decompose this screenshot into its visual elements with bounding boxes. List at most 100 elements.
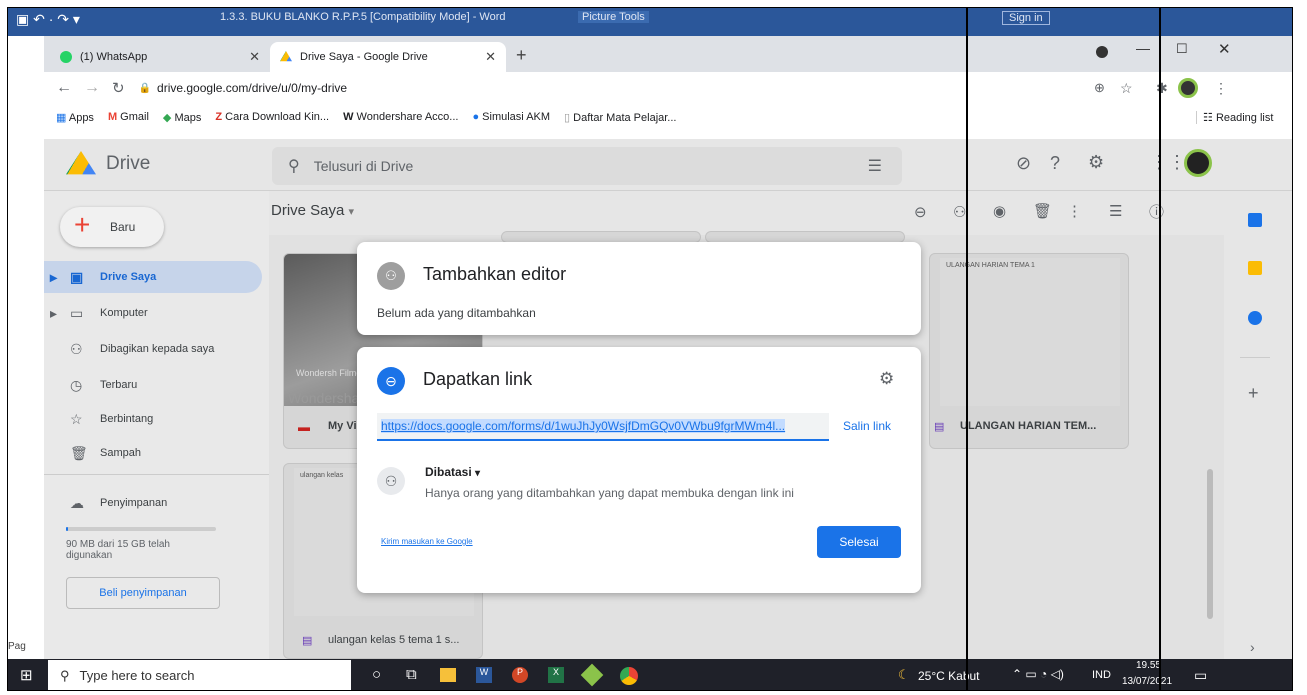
drive-header: Drive ⚲ Telusuri di Drive ☰ ⊘ ? ⚙ ⋮⋮ [44, 139, 1292, 191]
sidebar-item-trash[interactable]: 🗑 Sampah [44, 437, 262, 469]
maximize-icon[interactable]: ☐ [1176, 41, 1188, 57]
expand-icon[interactable]: ▸ [50, 269, 57, 286]
file-explorer-icon[interactable] [440, 668, 456, 682]
minimize-icon[interactable]: — [1136, 40, 1150, 56]
globe-icon: ● [472, 111, 480, 123]
task-view-icon[interactable]: ⧉ [406, 666, 417, 683]
bookmark-star-icon[interactable]: ☆ [1120, 80, 1133, 97]
clock-date[interactable]: 13/07/2021 [1122, 676, 1172, 687]
close-window-icon[interactable]: ✕ [1218, 40, 1231, 58]
help-icon[interactable]: ? [1050, 153, 1060, 174]
clock-time[interactable]: 19.55 [1136, 660, 1161, 671]
search-options-icon[interactable]: ☰ [868, 156, 882, 176]
taskbar-search-input[interactable]: ⚲ Type here to search [48, 660, 351, 690]
expand-panel-icon[interactable]: › [1250, 639, 1255, 655]
sidebar-item-starred[interactable]: ☆ Berbintang [44, 403, 262, 435]
extensions-icon[interactable]: ✱ [1156, 80, 1168, 97]
sidebar-item-komputer[interactable]: ▸ ▭ Komputer [44, 297, 262, 329]
sidebar-item-drive-saya[interactable]: ▸ ▣ Drive Saya [44, 261, 262, 293]
bluestacks-icon[interactable] [580, 663, 604, 687]
wondershare-icon: W [343, 111, 354, 123]
new-button[interactable]: + Baru [60, 207, 164, 247]
tab-whatsapp[interactable]: (1) WhatsApp ✕ [50, 42, 270, 72]
close-tab-icon[interactable]: ✕ [485, 49, 496, 65]
sidebar-item-recent[interactable]: ◷ Terbaru [44, 369, 262, 401]
link-field[interactable]: https://docs.google.com/forms/d/1wuJhJy0… [377, 413, 829, 441]
add-editor-dialog: ⚇ Tambahkan editor Belum ada yang ditamb… [357, 242, 921, 335]
breadcrumb[interactable]: Drive Saya ▾ [271, 202, 354, 219]
close-tab-icon[interactable]: ✕ [249, 49, 260, 65]
file-name: ulangan kelas 5 tema 1 s... [328, 634, 460, 646]
get-link-dialog: ⊖ Dapatkan link ⚙ https://docs.google.co… [357, 347, 921, 593]
windows-start-icon[interactable]: ⊞ [20, 666, 33, 684]
form-thumb-title: ULANGAN HARIAN TEMA 1 [946, 262, 1035, 269]
google-apps-icon[interactable]: ⋮⋮ [1150, 152, 1186, 173]
reload-icon[interactable]: ↻ [112, 79, 125, 97]
toolbar: Drive Saya ▾ ⊖ ⚇ ◉ 🗑 ⋮ ☰ ⓘ [269, 191, 1224, 235]
url-field[interactable]: drive.google.com/drive/u/0/my-drive [157, 81, 347, 95]
new-tab-icon[interactable]: + [516, 45, 527, 66]
browser-window: (1) WhatsApp ✕ Drive Saya - Google Drive… [44, 36, 1292, 139]
excel-icon[interactable]: X [548, 667, 564, 683]
avatar[interactable] [1178, 78, 1198, 98]
bookmark-apps[interactable]: ▦ Apps [56, 111, 94, 124]
scrollbar[interactable] [1207, 469, 1213, 619]
more-icon[interactable]: ⋮ [1067, 202, 1082, 220]
buy-storage-button[interactable]: Beli penyimpanan [66, 577, 220, 609]
bookmark-simulasi[interactable]: ● Simulasi AKM [472, 111, 550, 123]
cloud-icon: ☁ [70, 494, 84, 511]
drive-icon: ▣ [70, 268, 84, 285]
expand-icon[interactable]: ▸ [50, 305, 57, 322]
calendar-icon[interactable] [1248, 213, 1262, 227]
list-view-icon[interactable]: ☰ [1109, 202, 1122, 220]
form-thumb-title: ulangan kelas [300, 472, 344, 479]
word-icon[interactable]: W [476, 667, 492, 683]
bookmark-zepeto[interactable]: Z Cara Download Kin... [215, 111, 329, 123]
menu-icon[interactable]: ⋮ [1214, 80, 1228, 97]
cortana-icon[interactable]: ○ [372, 666, 381, 683]
back-icon[interactable]: ← [56, 79, 72, 97]
star-icon: ☆ [70, 410, 83, 427]
word-titlebar: ▣ ↶ · ↷ ▾ 1.3.3. BUKU BLANKO R.P.P.5 [Co… [8, 8, 1292, 36]
sign-in-button[interactable]: Sign in [1002, 11, 1050, 25]
powerpoint-icon[interactable]: P [512, 667, 528, 683]
trash-icon: 🗑 [70, 444, 88, 461]
account-avatar[interactable] [1184, 149, 1212, 177]
profile-dot-icon[interactable] [1096, 46, 1108, 58]
word-quick-access-icon[interactable]: ▣ ↶ · ↷ ▾ [16, 11, 80, 28]
settings-icon[interactable]: ⚙ [1088, 152, 1104, 173]
delete-icon[interactable]: 🗑 [1033, 202, 1052, 220]
link-settings-icon[interactable]: ⚙ [879, 369, 894, 389]
get-link-icon[interactable]: ⊖ [914, 203, 927, 221]
preview-icon[interactable]: ◉ [993, 202, 1006, 220]
feedback-link[interactable]: Kirim masukan ke Google [381, 537, 473, 546]
bookmark-wondershare[interactable]: W Wondershare Acco... [343, 111, 458, 123]
copy-link-button[interactable]: Salin link [843, 419, 891, 433]
weather-text[interactable]: 25°C Kabut [918, 669, 980, 683]
forward-icon[interactable]: → [84, 79, 100, 97]
info-icon[interactable]: ⓘ [1149, 201, 1164, 222]
add-addon-icon[interactable]: + [1248, 383, 1259, 404]
notification-icon[interactable]: ▭ [1194, 667, 1207, 684]
offline-icon[interactable]: ⊘ [1016, 153, 1031, 174]
tray-icons[interactable]: ⌃ ▭ ◔ ◁) [1012, 667, 1064, 681]
file-card-ulangan[interactable]: ULANGAN HARIAN TEMA 1 ▤ ULANGAN HARIAN T… [929, 253, 1129, 449]
access-dropdown[interactable]: Dibatasi ▾ [425, 465, 480, 479]
bookmark-gmail[interactable]: M Gmail [108, 111, 149, 123]
tab-drive[interactable]: Drive Saya - Google Drive ✕ [270, 42, 506, 72]
done-button[interactable]: Selesai [817, 526, 901, 558]
chrome-icon[interactable] [620, 667, 638, 685]
dropdown-icon: ▾ [475, 468, 481, 479]
reading-list[interactable]: ☷ Reading list [1196, 110, 1273, 124]
reading-list-icon: ☷ [1203, 111, 1213, 124]
bookmark-daftar[interactable]: ▯ Daftar Mata Pelajar... [564, 111, 676, 124]
bookmark-maps[interactable]: ◆ Maps [163, 111, 201, 124]
keep-icon[interactable] [1248, 261, 1262, 275]
search-input[interactable]: ⚲ Telusuri di Drive ☰ [272, 147, 902, 185]
install-icon[interactable]: ⊕ [1094, 80, 1105, 96]
tasks-icon[interactable] [1248, 311, 1262, 325]
share-icon[interactable]: ⚇ [953, 203, 966, 221]
sidebar-item-shared[interactable]: ⚇ Dibagikan kepada saya [44, 333, 262, 365]
sidebar-item-storage[interactable]: ☁ Penyimpanan [44, 487, 262, 519]
language-indicator[interactable]: IND [1092, 669, 1111, 681]
